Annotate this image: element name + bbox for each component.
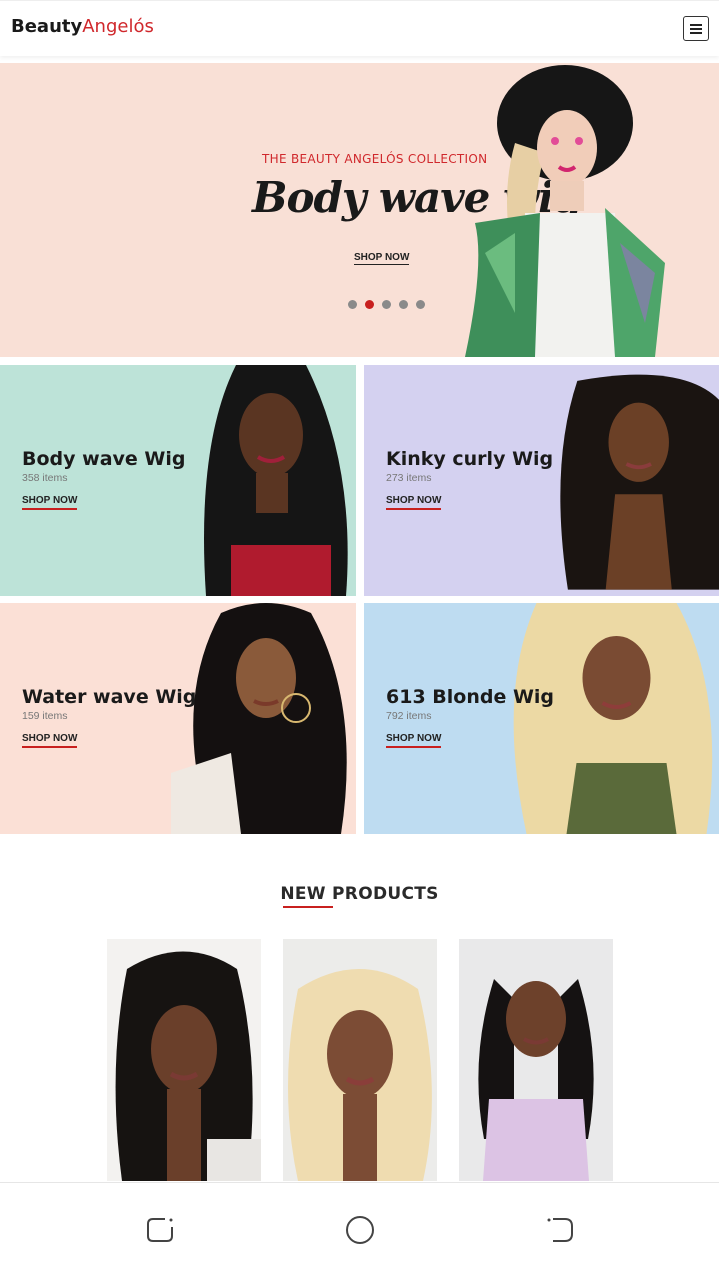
category-count: 159 items <box>22 710 68 722</box>
carousel-dots <box>348 300 425 309</box>
app-header: BeautyAngelós <box>0 0 719 56</box>
logo-accent-text: Angelós <box>82 16 154 37</box>
hero-shop-now-link[interactable]: SHOP NOW <box>354 252 410 265</box>
logo-bold-text: Beauty <box>11 16 83 37</box>
carousel-dot-2[interactable] <box>365 300 374 309</box>
system-navigation-bar <box>0 1182 719 1277</box>
carousel-dot-4[interactable] <box>399 300 408 309</box>
category-tile-water-wave[interactable]: Water wave Wig 159 items SHOP NOW <box>0 603 356 834</box>
carousel-dot-1[interactable] <box>348 300 357 309</box>
hero-banner[interactable]: THE BEAUTY ANGELÓS COLLECTION Body wave … <box>0 63 719 357</box>
product-card[interactable] <box>107 939 261 1181</box>
blonde-model-image <box>513 603 713 834</box>
home-icon[interactable] <box>345 1215 375 1245</box>
category-name: Kinky curly Wig <box>386 448 554 470</box>
category-count: 792 items <box>386 710 432 722</box>
category-shop-now-link[interactable]: SHOP NOW <box>22 495 78 510</box>
kinky-curly-model-image <box>560 374 719 590</box>
category-name: Body wave Wig <box>22 448 186 470</box>
category-name: 613 Blonde Wig <box>386 686 555 708</box>
category-count: 358 items <box>22 472 68 484</box>
carousel-dot-3[interactable] <box>382 300 391 309</box>
water-wave-model-image <box>171 603 347 834</box>
carousel-dot-5[interactable] <box>416 300 425 309</box>
heading-underline <box>283 906 333 908</box>
category-shop-now-link[interactable]: SHOP NOW <box>386 733 442 748</box>
hero-model-image <box>465 65 665 357</box>
product-image <box>283 939 437 1181</box>
category-tile-body-wave[interactable]: Body wave Wig 358 items SHOP NOW <box>0 365 356 596</box>
back-icon[interactable] <box>545 1215 575 1245</box>
product-card[interactable] <box>459 939 613 1181</box>
product-card[interactable] <box>283 939 437 1181</box>
product-image <box>107 939 261 1181</box>
hero-kicker: THE BEAUTY ANGELÓS COLLECTION <box>262 152 488 166</box>
hamburger-menu-icon[interactable] <box>683 16 709 41</box>
new-products-heading: NEW PRODUCTS <box>280 884 439 904</box>
recent-apps-icon[interactable] <box>145 1215 175 1245</box>
category-name: Water wave Wig <box>22 686 197 708</box>
product-image <box>459 939 613 1181</box>
category-shop-now-link[interactable]: SHOP NOW <box>386 495 442 510</box>
category-tile-kinky-curly[interactable]: Kinky curly Wig 273 items SHOP NOW <box>364 365 719 596</box>
category-count: 273 items <box>386 472 432 484</box>
body-wave-model-image <box>204 365 348 596</box>
category-shop-now-link[interactable]: SHOP NOW <box>22 733 78 748</box>
category-tile-613-blonde[interactable]: 613 Blonde Wig 792 items SHOP NOW <box>364 603 719 834</box>
brand-logo[interactable]: BeautyAngelós <box>11 16 154 37</box>
